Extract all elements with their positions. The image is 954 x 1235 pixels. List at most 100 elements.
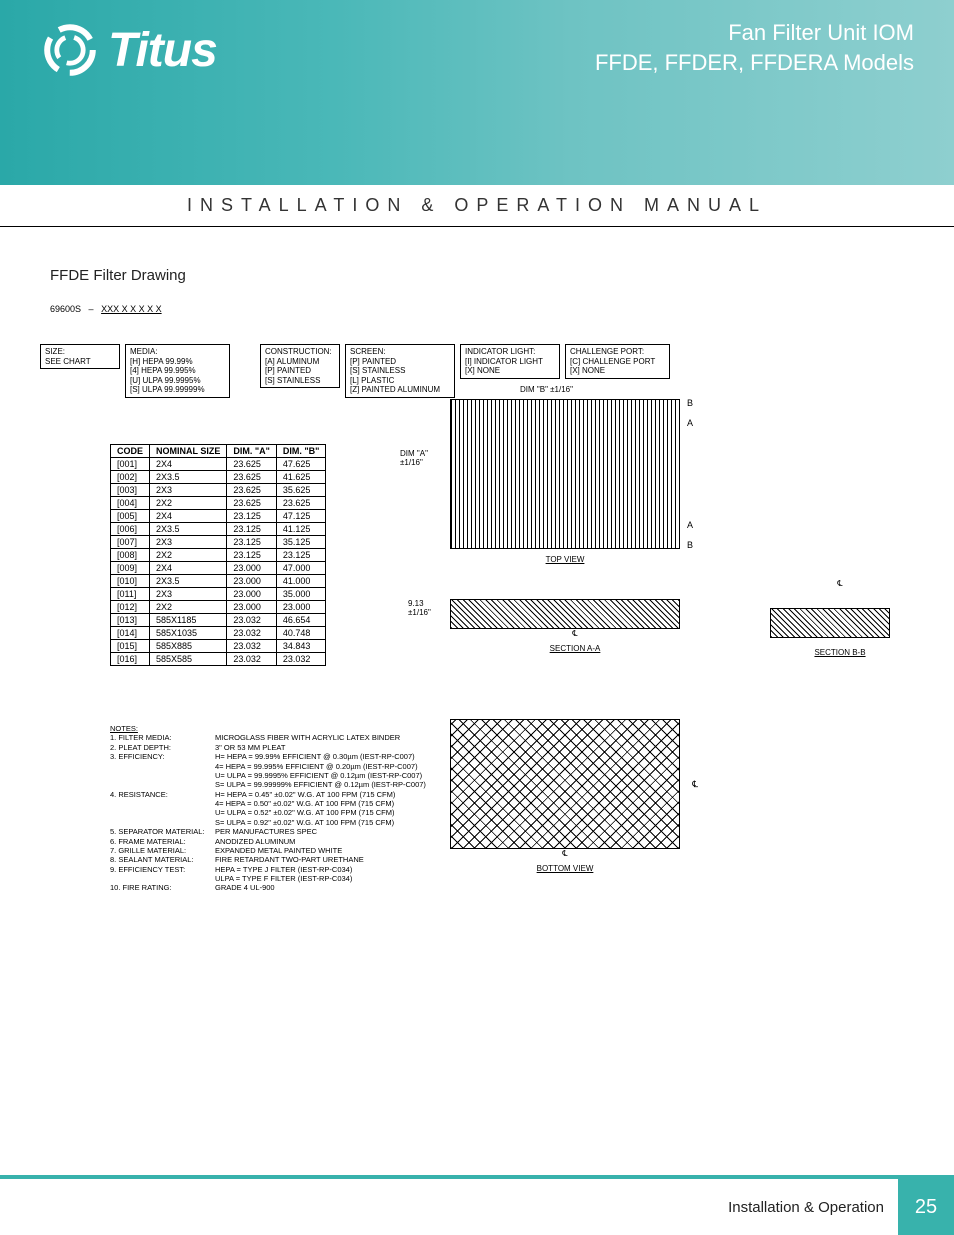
table-cell: 23.125 — [227, 523, 277, 536]
note-label: 9. EFFICIENCY TEST: — [110, 865, 215, 874]
top-view-rect: B B A A — [450, 399, 680, 549]
note-label — [110, 762, 215, 771]
table-cell: 23.032 — [227, 640, 277, 653]
section-aa-rect — [450, 599, 680, 629]
pn-sep: – — [89, 304, 94, 314]
note-row: 8. SEALANT MATERIAL:FIRE RETARDANT TWO-P… — [110, 855, 426, 864]
table-row: [016]585X58523.03223.032 — [111, 653, 326, 666]
table-row: [015]585X88523.03234.843 — [111, 640, 326, 653]
table-row: [011]2X323.00035.000 — [111, 588, 326, 601]
table-cell: [001] — [111, 458, 150, 471]
note-row: 10. FIRE RATING:GRADE 4 UL-900 — [110, 883, 426, 892]
top-view-label: TOP VIEW — [450, 555, 680, 564]
sec-h-label: 9.13 ±1/16" — [408, 599, 431, 617]
note-value: MICROGLASS FIBER WITH ACRYLIC LATEX BIND… — [215, 733, 400, 742]
note-value: U= ULPA = 0.52" ±0.02" W.G. AT 100 FPM (… — [215, 808, 395, 817]
note-value: HEPA = TYPE J FILTER (IEST-RP-C034) — [215, 865, 352, 874]
note-row: 7. GRILLE MATERIAL:EXPANDED METAL PAINTE… — [110, 846, 426, 855]
note-value: ULPA = TYPE F FILTER (IEST-RP-C034) — [215, 874, 352, 883]
b-mark-bot: B — [687, 540, 693, 550]
section-bb-rect — [770, 608, 890, 638]
note-row: 1. FILTER MEDIA:MICROGLASS FIBER WITH AC… — [110, 733, 426, 742]
note-value: H= HEPA = 0.45" ±0.02" W.G. AT 100 FPM (… — [215, 790, 395, 799]
size-table-header: DIM. "B" — [276, 445, 326, 458]
table-row: [007]2X323.12535.125 — [111, 536, 326, 549]
table-cell: 23.000 — [227, 601, 277, 614]
table-cell: 2X2 — [150, 549, 227, 562]
table-cell: 41.625 — [276, 471, 326, 484]
table-cell: 23.625 — [227, 484, 277, 497]
table-cell: [016] — [111, 653, 150, 666]
section-aa-label: SECTION A-A — [450, 644, 700, 653]
table-cell: [007] — [111, 536, 150, 549]
table-cell: 35.000 — [276, 588, 326, 601]
table-cell: 23.000 — [227, 562, 277, 575]
note-row: 4. RESISTANCE:H= HEPA = 0.45" ±0.02" W.G… — [110, 790, 426, 799]
table-cell: 2X3 — [150, 588, 227, 601]
note-label — [110, 874, 215, 883]
swirl-icon — [40, 20, 100, 80]
table-cell: 585X1185 — [150, 614, 227, 627]
note-label: 1. FILTER MEDIA: — [110, 733, 215, 742]
b-mark-top: B — [687, 398, 693, 408]
table-cell: 23.125 — [227, 549, 277, 562]
table-cell: 47.000 — [276, 562, 326, 575]
table-cell: 34.843 — [276, 640, 326, 653]
table-cell: 23.125 — [227, 536, 277, 549]
opt-construction: CONSTRUCTION: [A] ALUMINUM [P] PAINTED [… — [260, 344, 340, 388]
opt-size-title: SIZE: — [45, 347, 115, 357]
table-cell: [015] — [111, 640, 150, 653]
table-cell: 23.125 — [276, 549, 326, 562]
table-cell: [006] — [111, 523, 150, 536]
part-number-root: 69600S – XXX X X X X X — [50, 304, 162, 314]
size-table-header: NOMINAL SIZE — [150, 445, 227, 458]
note-row: ULPA = TYPE F FILTER (IEST-RP-C034) — [110, 874, 426, 883]
note-label: 10. FIRE RATING: — [110, 883, 215, 892]
note-value: GRADE 4 UL-900 — [215, 883, 275, 892]
dim-b-label: DIM "B" ±1/16" — [520, 385, 573, 394]
dim-a-label: DIM "A" ±1/16" — [400, 449, 428, 467]
note-value: EXPANDED METAL PAINTED WHITE — [215, 846, 342, 855]
note-row: S= ULPA = 0.92" ±0.02" W.G. AT 100 FPM (… — [110, 818, 426, 827]
table-cell: 47.625 — [276, 458, 326, 471]
table-cell: 2X2 — [150, 497, 227, 510]
table-cell: [010] — [111, 575, 150, 588]
notes-block: NOTES: 1. FILTER MEDIA:MICROGLASS FIBER … — [110, 724, 426, 893]
cl-bottom: ℄ — [450, 849, 680, 858]
table-cell: [012] — [111, 601, 150, 614]
opt-screen: SCREEN: [P] PAINTED [S] STAINLESS [L] PL… — [345, 344, 455, 398]
note-value: ANODIZED ALUMINUM — [215, 837, 295, 846]
note-label — [110, 808, 215, 817]
top-view: DIM "B" ±1/16" DIM "A" ±1/16" B B A A TO… — [450, 399, 680, 564]
table-cell: 2X2 — [150, 601, 227, 614]
footer: Installation & Operation 25 — [728, 1179, 954, 1235]
brand-name: Titus — [108, 23, 217, 78]
note-row: 3. EFFICIENCY:H= HEPA = 99.99% EFFICIENT… — [110, 752, 426, 761]
opt-media: MEDIA: [H] HEPA 99.99% [4] HEPA 99.995% … — [125, 344, 230, 398]
opt-size-line: SEE CHART — [45, 357, 115, 367]
table-cell: [009] — [111, 562, 150, 575]
note-label — [110, 818, 215, 827]
section-aa: 9.13 ±1/16" ℄ SECTION A-A — [450, 599, 700, 653]
table-row: [003]2X323.62535.625 — [111, 484, 326, 497]
table-row: [005]2X423.12547.125 — [111, 510, 326, 523]
cl-right: ℄ — [692, 779, 698, 790]
table-row: [008]2X223.12523.125 — [111, 549, 326, 562]
note-value: 4= HEPA = 0.50" ±0.02" W.G. AT 100 FPM (… — [215, 799, 394, 808]
table-cell: 2X3.5 — [150, 575, 227, 588]
section-title: FFDE Filter Drawing — [50, 267, 904, 284]
table-cell: 2X4 — [150, 562, 227, 575]
table-row: [013]585X118523.03246.654 — [111, 614, 326, 627]
note-label: 3. EFFICIENCY: — [110, 752, 215, 761]
note-row: S= ULPA = 99.99999% EFFICIENT @ 0.12µm (… — [110, 780, 426, 789]
table-cell: 41.000 — [276, 575, 326, 588]
note-label: 4. RESISTANCE: — [110, 790, 215, 799]
note-label: 2. PLEAT DEPTH: — [110, 743, 215, 752]
table-cell: [011] — [111, 588, 150, 601]
note-row: 2. PLEAT DEPTH:3" OR 53 MM PLEAT — [110, 743, 426, 752]
note-value: FIRE RETARDANT TWO-PART URETHANE — [215, 855, 364, 864]
table-cell: 2X4 — [150, 458, 227, 471]
table-cell: 23.125 — [227, 510, 277, 523]
table-cell: [003] — [111, 484, 150, 497]
note-label — [110, 771, 215, 780]
